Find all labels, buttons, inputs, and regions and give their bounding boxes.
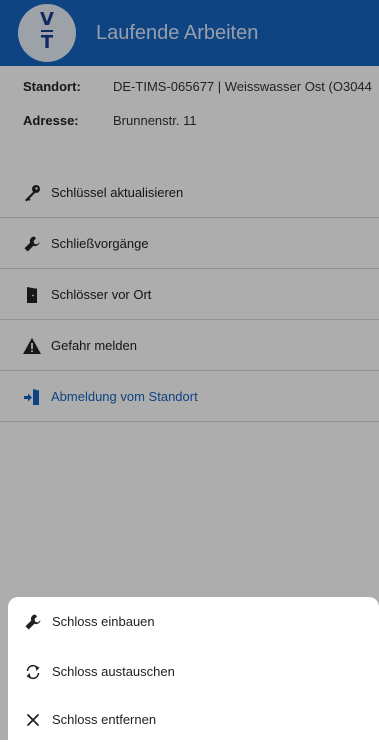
sheet-item-schloss-einbauen[interactable]: Schloss einbauen — [8, 598, 379, 646]
app-screen: V T Laufende Arbeiten Standort: DE-TIMS-… — [0, 0, 379, 740]
sheet-item-schloss-entfernen[interactable]: Schloss entfernen — [8, 696, 379, 744]
close-icon — [27, 714, 39, 726]
sheet-item-label: Schloss austauschen — [52, 664, 175, 679]
swap-icon — [26, 664, 40, 680]
sheet-item-schloss-austauschen[interactable]: Schloss austauschen — [8, 648, 379, 696]
sheet-item-label: Schloss entfernen — [52, 712, 157, 727]
action-bottom-sheet: Schloss einbauen Schloss austauschen Sch… — [8, 597, 379, 740]
wrench-icon — [25, 614, 41, 630]
sheet-item-label: Schloss einbauen — [52, 614, 155, 629]
